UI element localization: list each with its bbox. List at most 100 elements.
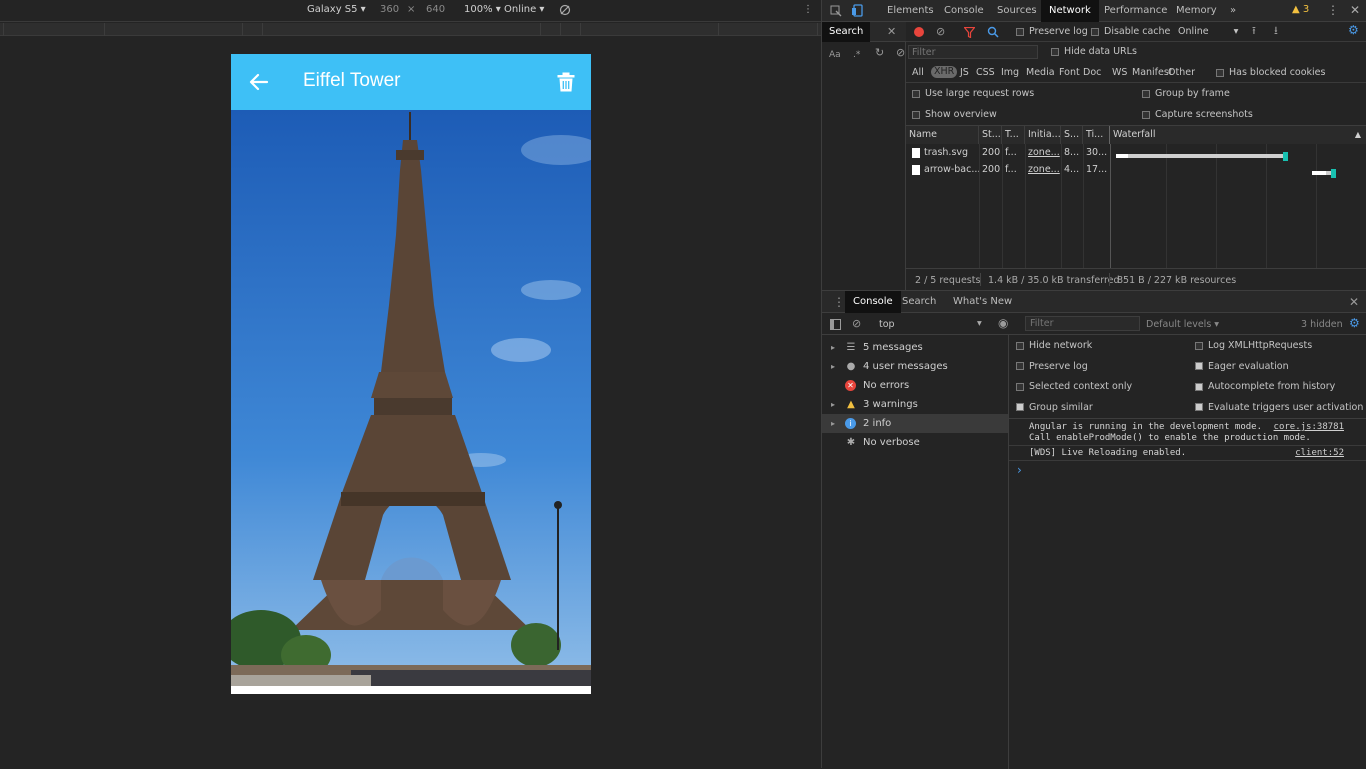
expand-icon[interactable]: ▸ (831, 395, 835, 414)
filter-type-other[interactable]: Other (1168, 67, 1195, 78)
log-levels-select[interactable]: Default levels ▾ (1146, 319, 1219, 330)
sidebar-item-5-messages[interactable]: ▸ ☰ 5 messages (822, 338, 1008, 357)
tab-network[interactable]: Network (1041, 0, 1099, 22)
gear-icon[interactable]: ⚙ (1348, 24, 1359, 36)
more-options-icon[interactable]: ⋮ (1327, 3, 1339, 17)
setting-autocomplete-from-history[interactable]: Autocomplete from history (1195, 381, 1335, 392)
context-select[interactable]: top (879, 319, 895, 330)
cell-initiator[interactable]: zone... (1025, 161, 1061, 178)
col-size[interactable]: S... (1061, 126, 1083, 144)
sidebar-item-no-verbose[interactable]: ✱ No verbose (822, 433, 1008, 452)
col-name[interactable]: Name (906, 126, 979, 144)
log-source-link[interactable]: core.js:38781 (1274, 422, 1344, 432)
trash-icon[interactable] (557, 72, 575, 92)
expand-icon[interactable]: ▸ (831, 357, 835, 376)
more-options-icon[interactable]: ⋮ (803, 4, 813, 15)
arrow-back-icon[interactable] (248, 71, 270, 93)
import-har-icon[interactable]: ⭱ (1252, 25, 1256, 37)
filter-type-font[interactable]: Font (1059, 67, 1080, 78)
clear-icon[interactable]: ⊘ (896, 47, 905, 59)
tab-console[interactable]: Console (845, 291, 901, 313)
filter-icon[interactable] (964, 27, 975, 38)
close-icon[interactable]: ✕ (1349, 296, 1359, 308)
close-icon[interactable]: ✕ (887, 26, 896, 38)
width-input[interactable]: 360 (380, 4, 399, 15)
col-waterfall[interactable]: Waterfall ▲ (1110, 126, 1366, 144)
show-overview-checkbox[interactable]: Show overview (912, 109, 997, 120)
setting-log-xmlhttprequests[interactable]: Log XMLHttpRequests (1195, 340, 1312, 351)
filter-type-img[interactable]: Img (1001, 67, 1019, 78)
sidebar-item-3-warnings[interactable]: ▸ ▲ 3 warnings (822, 395, 1008, 414)
chevron-down-icon[interactable]: ▾ (977, 318, 982, 329)
rotate-icon[interactable] (559, 4, 571, 16)
clear-console-icon[interactable]: ⊘ (852, 318, 861, 330)
throttle-select[interactable]: Online ▾ (1178, 26, 1238, 37)
console-filter-input[interactable] (1025, 316, 1140, 331)
console-prompt[interactable]: › (1017, 463, 1022, 477)
setting-eager-evaluation[interactable]: Eager evaluation (1195, 361, 1289, 372)
match-case-icon[interactable]: Aa (829, 49, 841, 61)
warning-badge[interactable]: ▲ 3 (1292, 4, 1309, 15)
col-initiator[interactable]: Initia... (1025, 126, 1061, 144)
height-input[interactable]: 640 (426, 4, 445, 15)
sidebar-item-2-info[interactable]: ▸ i 2 info (822, 414, 1008, 433)
filter-type-js[interactable]: JS (960, 67, 969, 78)
filter-input[interactable] (908, 45, 1038, 59)
regex-icon[interactable]: .* (853, 49, 860, 61)
tab-elements[interactable]: Elements (879, 0, 942, 22)
clear-icon[interactable]: ⊘ (936, 26, 945, 38)
table-row[interactable]: arrow-bac... 200 f... zone... 4... 17... (906, 161, 1366, 178)
filter-type-xhr[interactable]: XHR (931, 66, 958, 78)
hide-data-urls-checkbox[interactable]: Hide data URLs (1051, 46, 1137, 57)
sidebar-item-no-errors[interactable]: ✕ No errors (822, 376, 1008, 395)
record-icon[interactable] (914, 27, 924, 37)
setting-group-similar[interactable]: Group similar (1016, 402, 1093, 413)
eye-icon[interactable]: ◉ (998, 317, 1008, 329)
filter-type-css[interactable]: CSS (976, 67, 995, 78)
filter-type-ws[interactable]: WS (1112, 67, 1127, 78)
tab-console[interactable]: Console (936, 0, 992, 22)
filter-type-all[interactable]: All (912, 67, 924, 78)
device-toggle-icon[interactable] (851, 4, 863, 17)
tab-memory[interactable]: Memory (1168, 0, 1225, 22)
setting-selected-context-only[interactable]: Selected context only (1016, 381, 1132, 392)
table-row[interactable]: trash.svg 200 f... zone... 8... 30... (906, 144, 1366, 161)
filter-type-manifest[interactable]: Manifest (1132, 67, 1173, 78)
filter-type-media[interactable]: Media (1026, 67, 1055, 78)
device-select[interactable]: Galaxy S5 ▾ (307, 4, 366, 15)
tab-search[interactable]: Search (894, 291, 944, 313)
tab-sources[interactable]: Sources (989, 0, 1045, 22)
capture-screenshots-checkbox[interactable]: Capture screenshots (1142, 109, 1253, 120)
group-by-frame-checkbox[interactable]: Group by frame (1142, 88, 1230, 99)
throttle-select[interactable]: Online ▾ (504, 4, 544, 15)
setting-hide-network[interactable]: Hide network (1016, 340, 1092, 351)
sidebar-toggle-icon[interactable] (830, 319, 841, 330)
export-har-icon[interactable]: ⭳ (1274, 25, 1278, 37)
refresh-icon[interactable]: ↻ (875, 47, 884, 59)
col-status[interactable]: St... (979, 126, 1002, 144)
setting-preserve-log[interactable]: Preserve log (1016, 361, 1088, 372)
sidebar-item-4-user-messages[interactable]: ▸ ● 4 user messages (822, 357, 1008, 376)
preserve-log-checkbox[interactable]: Preserve log (1016, 26, 1088, 37)
large-rows-checkbox[interactable]: Use large request rows (912, 88, 1034, 99)
log-source-link[interactable]: client:52 (1295, 448, 1344, 458)
gear-icon[interactable]: ⚙ (1349, 317, 1360, 329)
drawer-menu-icon[interactable]: ⋮ (833, 296, 845, 308)
tab-performance[interactable]: Performance (1096, 0, 1175, 22)
expand-icon[interactable]: ▸ (831, 338, 835, 357)
cell-initiator[interactable]: zone... (1025, 144, 1061, 161)
filter-type-doc[interactable]: Doc (1083, 67, 1101, 78)
zoom-select[interactable]: 100% ▾ (464, 4, 501, 15)
setting-evaluate-triggers-user-activation[interactable]: Evaluate triggers user activation (1195, 402, 1363, 413)
search-pane-tab[interactable]: Search (822, 22, 871, 42)
search-icon[interactable] (987, 26, 999, 38)
tabs-overflow[interactable]: » (1222, 0, 1244, 22)
expand-icon[interactable]: ▸ (831, 414, 835, 433)
col-type[interactable]: T... (1002, 126, 1025, 144)
tab-whats-new[interactable]: What's New (945, 291, 1020, 313)
disable-cache-checkbox[interactable]: Disable cache (1091, 26, 1170, 37)
inspect-element-icon[interactable] (830, 5, 842, 17)
close-icon[interactable]: ✕ (1350, 3, 1360, 17)
has-blocked-cookies-checkbox[interactable]: Has blocked cookies (1216, 67, 1325, 78)
col-time[interactable]: Ti... (1083, 126, 1110, 144)
